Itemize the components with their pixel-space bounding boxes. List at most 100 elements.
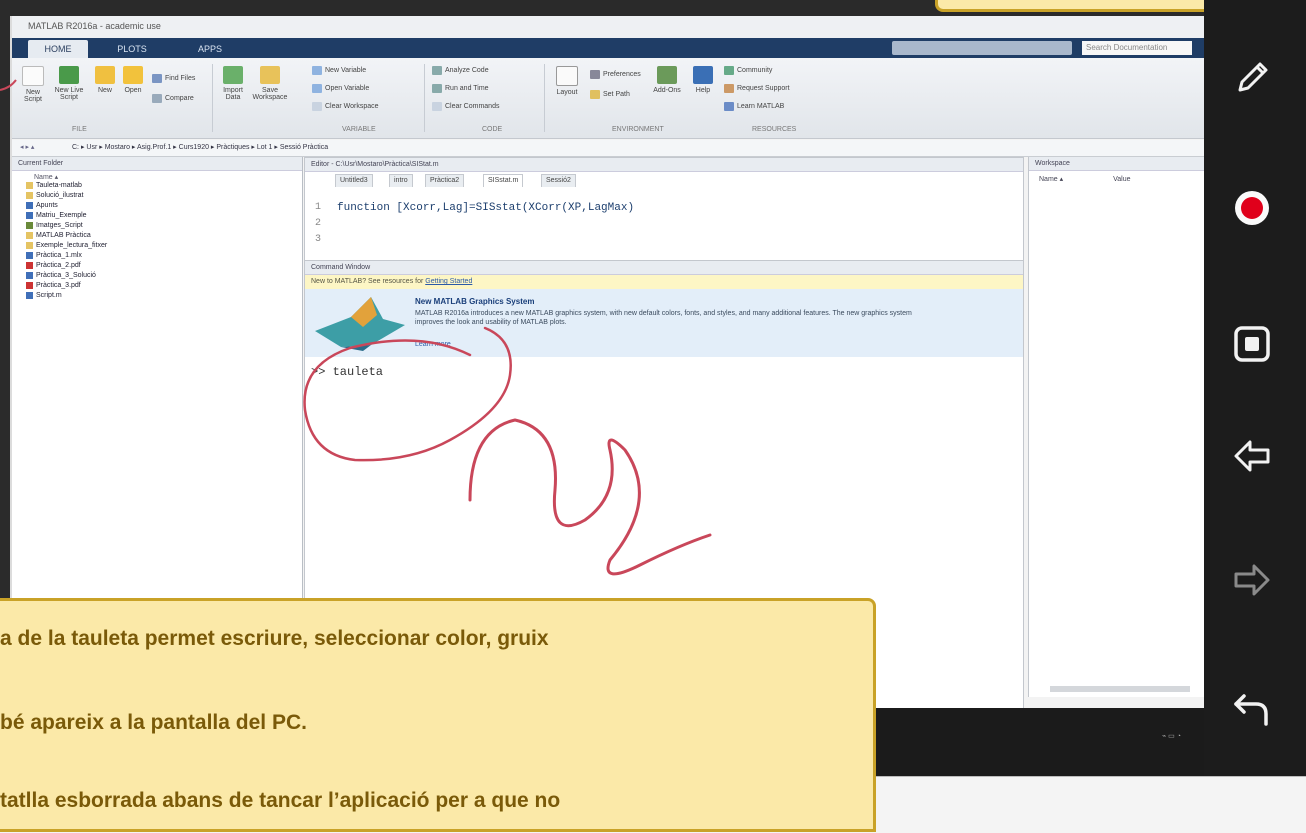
analyze-code-button[interactable]: Analyze Code bbox=[432, 64, 489, 78]
new-script-button[interactable]: New Script bbox=[18, 66, 48, 103]
layout-button[interactable]: Layout bbox=[552, 66, 582, 96]
record-button[interactable] bbox=[1226, 182, 1278, 234]
variable-icon bbox=[312, 83, 322, 93]
stop-button[interactable] bbox=[1226, 318, 1278, 370]
clear-workspace-button[interactable]: Clear Workspace bbox=[312, 100, 379, 114]
code-line[interactable]: function [Xcorr,Lag]=SISstat(XCorr(XP,La… bbox=[337, 202, 634, 214]
name-column-header[interactable]: Name ▴ bbox=[34, 173, 58, 181]
list-item[interactable]: Solució_ilustrat bbox=[26, 191, 107, 201]
layout-icon bbox=[556, 66, 578, 86]
undo-button[interactable] bbox=[1226, 684, 1278, 736]
import-icon bbox=[223, 66, 243, 84]
preferences-button[interactable]: Preferences bbox=[590, 68, 641, 82]
find-files-button[interactable]: Find Files bbox=[152, 72, 195, 86]
workspace-value-column[interactable]: Value bbox=[1113, 176, 1130, 183]
save-workspace-button[interactable]: Save Workspace bbox=[252, 66, 288, 101]
new-button[interactable]: New bbox=[92, 66, 118, 94]
tablet-tool-sidebar bbox=[1204, 0, 1306, 776]
command-prompt[interactable]: >> tauleta bbox=[311, 365, 383, 379]
breadcrumb[interactable]: C: ▸ Usr ▸ Mostaro ▸ Asig.Prof.1 ▸ Curs1… bbox=[72, 140, 328, 156]
variable-icon bbox=[312, 65, 322, 75]
window-title: MATLAB R2016a - academic use bbox=[28, 21, 161, 31]
learn-icon bbox=[724, 101, 734, 111]
list-item[interactable]: Pràctica_2.pdf bbox=[26, 261, 107, 271]
clear-commands-button[interactable]: Clear Commands bbox=[432, 100, 499, 114]
find-icon bbox=[152, 73, 162, 83]
list-item[interactable]: Matriu_Exemple bbox=[26, 211, 107, 221]
list-item[interactable]: Script.m bbox=[26, 291, 107, 301]
new-variable-button[interactable]: New Variable bbox=[312, 64, 366, 78]
file-icon bbox=[26, 271, 33, 279]
community-button[interactable]: Community bbox=[724, 64, 772, 78]
editor-tab-active[interactable]: SISstat.m bbox=[483, 174, 524, 187]
back-icon bbox=[1234, 440, 1270, 472]
add-ons-icon bbox=[657, 66, 677, 84]
editor-tab[interactable]: intro bbox=[389, 174, 413, 187]
tab-apps[interactable]: APPS bbox=[180, 40, 240, 58]
workspace-scrollbar[interactable] bbox=[1050, 686, 1190, 692]
undo-icon bbox=[1234, 694, 1268, 726]
section-variable-label: VARIABLE bbox=[342, 126, 376, 133]
clear-icon bbox=[432, 101, 442, 111]
new-live-script-button[interactable]: New Live Script bbox=[52, 66, 86, 101]
tab-plots[interactable]: PLOTS bbox=[102, 40, 162, 58]
workspace-columns: Name ▴ Value bbox=[1039, 175, 1130, 183]
forward-button[interactable] bbox=[1226, 554, 1278, 606]
learn-more-link[interactable]: Learn more bbox=[415, 341, 451, 348]
editor-tab[interactable]: Untitled3 bbox=[335, 174, 373, 187]
quick-access-bar[interactable] bbox=[892, 41, 1072, 55]
editor-tabs: Untitled3 intro Pràctica2 SISstat.m Sess… bbox=[305, 172, 1023, 187]
folder-icon bbox=[26, 231, 33, 239]
request-support-button[interactable]: Request Support bbox=[724, 82, 790, 96]
pdf-icon bbox=[26, 261, 33, 269]
support-icon bbox=[724, 83, 734, 93]
learn-matlab-button[interactable]: Learn MATLAB bbox=[724, 100, 784, 114]
run-and-time-button[interactable]: Run and Time bbox=[432, 82, 489, 96]
caption-box: a de la tauleta permet escriure, selecci… bbox=[0, 598, 876, 832]
ribbon-tab-strip: HOME PLOTS APPS Search Documentation bbox=[12, 38, 1204, 58]
compare-icon bbox=[152, 93, 162, 103]
list-item[interactable]: MATLAB Pràctica bbox=[26, 231, 107, 241]
editor-tab[interactable]: Sessió2 bbox=[541, 174, 576, 187]
list-item[interactable]: Pràctica_3_Solució bbox=[26, 271, 107, 281]
compare-button[interactable]: Compare bbox=[152, 92, 194, 106]
list-item[interactable]: Tauleta-matlab bbox=[26, 181, 107, 191]
getting-started-link[interactable]: Getting Started bbox=[425, 278, 472, 285]
open-button[interactable]: Open bbox=[120, 66, 146, 94]
current-folder-header: Current Folder bbox=[12, 157, 302, 171]
list-item[interactable]: Apunts bbox=[26, 201, 107, 211]
nav-arrows-icon[interactable]: ◂ ▸ ▴ bbox=[20, 140, 34, 156]
set-path-button[interactable]: Set Path bbox=[590, 88, 630, 102]
caption-line-2: bé apareix a la pantalla del PC. bbox=[0, 711, 307, 734]
gear-icon bbox=[590, 69, 600, 79]
pdf-icon bbox=[26, 281, 33, 289]
address-bar[interactable]: ◂ ▸ ▴ C: ▸ Usr ▸ Mostaro ▸ Asig.Prof.1 ▸… bbox=[12, 140, 1204, 157]
workspace-name-column[interactable]: Name ▴ bbox=[1039, 176, 1063, 183]
documentation-search-input[interactable]: Search Documentation bbox=[1082, 41, 1192, 55]
status-indicator: ⌁ ▭ ◔ bbox=[1162, 733, 1181, 740]
file-icon bbox=[26, 211, 33, 219]
save-icon bbox=[260, 66, 280, 84]
folder-icon bbox=[26, 191, 33, 199]
editor-tab[interactable]: Pràctica2 bbox=[425, 174, 465, 187]
ribbon-toolbar: New Script New Live Script New Open Find… bbox=[12, 58, 1204, 139]
pencil-icon bbox=[1238, 62, 1268, 92]
import-data-button[interactable]: Import Data bbox=[218, 66, 248, 101]
help-button[interactable]: Help bbox=[688, 66, 718, 94]
back-button[interactable] bbox=[1226, 430, 1278, 482]
help-icon bbox=[693, 66, 713, 84]
news-text: MATLAB R2016a introduces a new MATLAB gr… bbox=[415, 310, 912, 326]
add-ons-button[interactable]: Add-Ons bbox=[652, 66, 682, 94]
tab-home[interactable]: HOME bbox=[28, 40, 88, 58]
new-icon bbox=[95, 66, 115, 84]
open-variable-button[interactable]: Open Variable bbox=[312, 82, 369, 96]
list-item[interactable]: Imatges_Script bbox=[26, 221, 107, 231]
command-window-header: Command Window bbox=[305, 261, 1023, 275]
record-icon bbox=[1235, 191, 1269, 225]
line-number: 3 bbox=[315, 234, 322, 245]
line-number: 1 bbox=[315, 202, 322, 213]
list-item[interactable]: Pràctica_3.pdf bbox=[26, 281, 107, 291]
list-item[interactable]: Pràctica_1.mlx bbox=[26, 251, 107, 261]
list-item[interactable]: Exemple_lectura_fitxer bbox=[26, 241, 107, 251]
pencil-button[interactable] bbox=[1226, 52, 1278, 104]
